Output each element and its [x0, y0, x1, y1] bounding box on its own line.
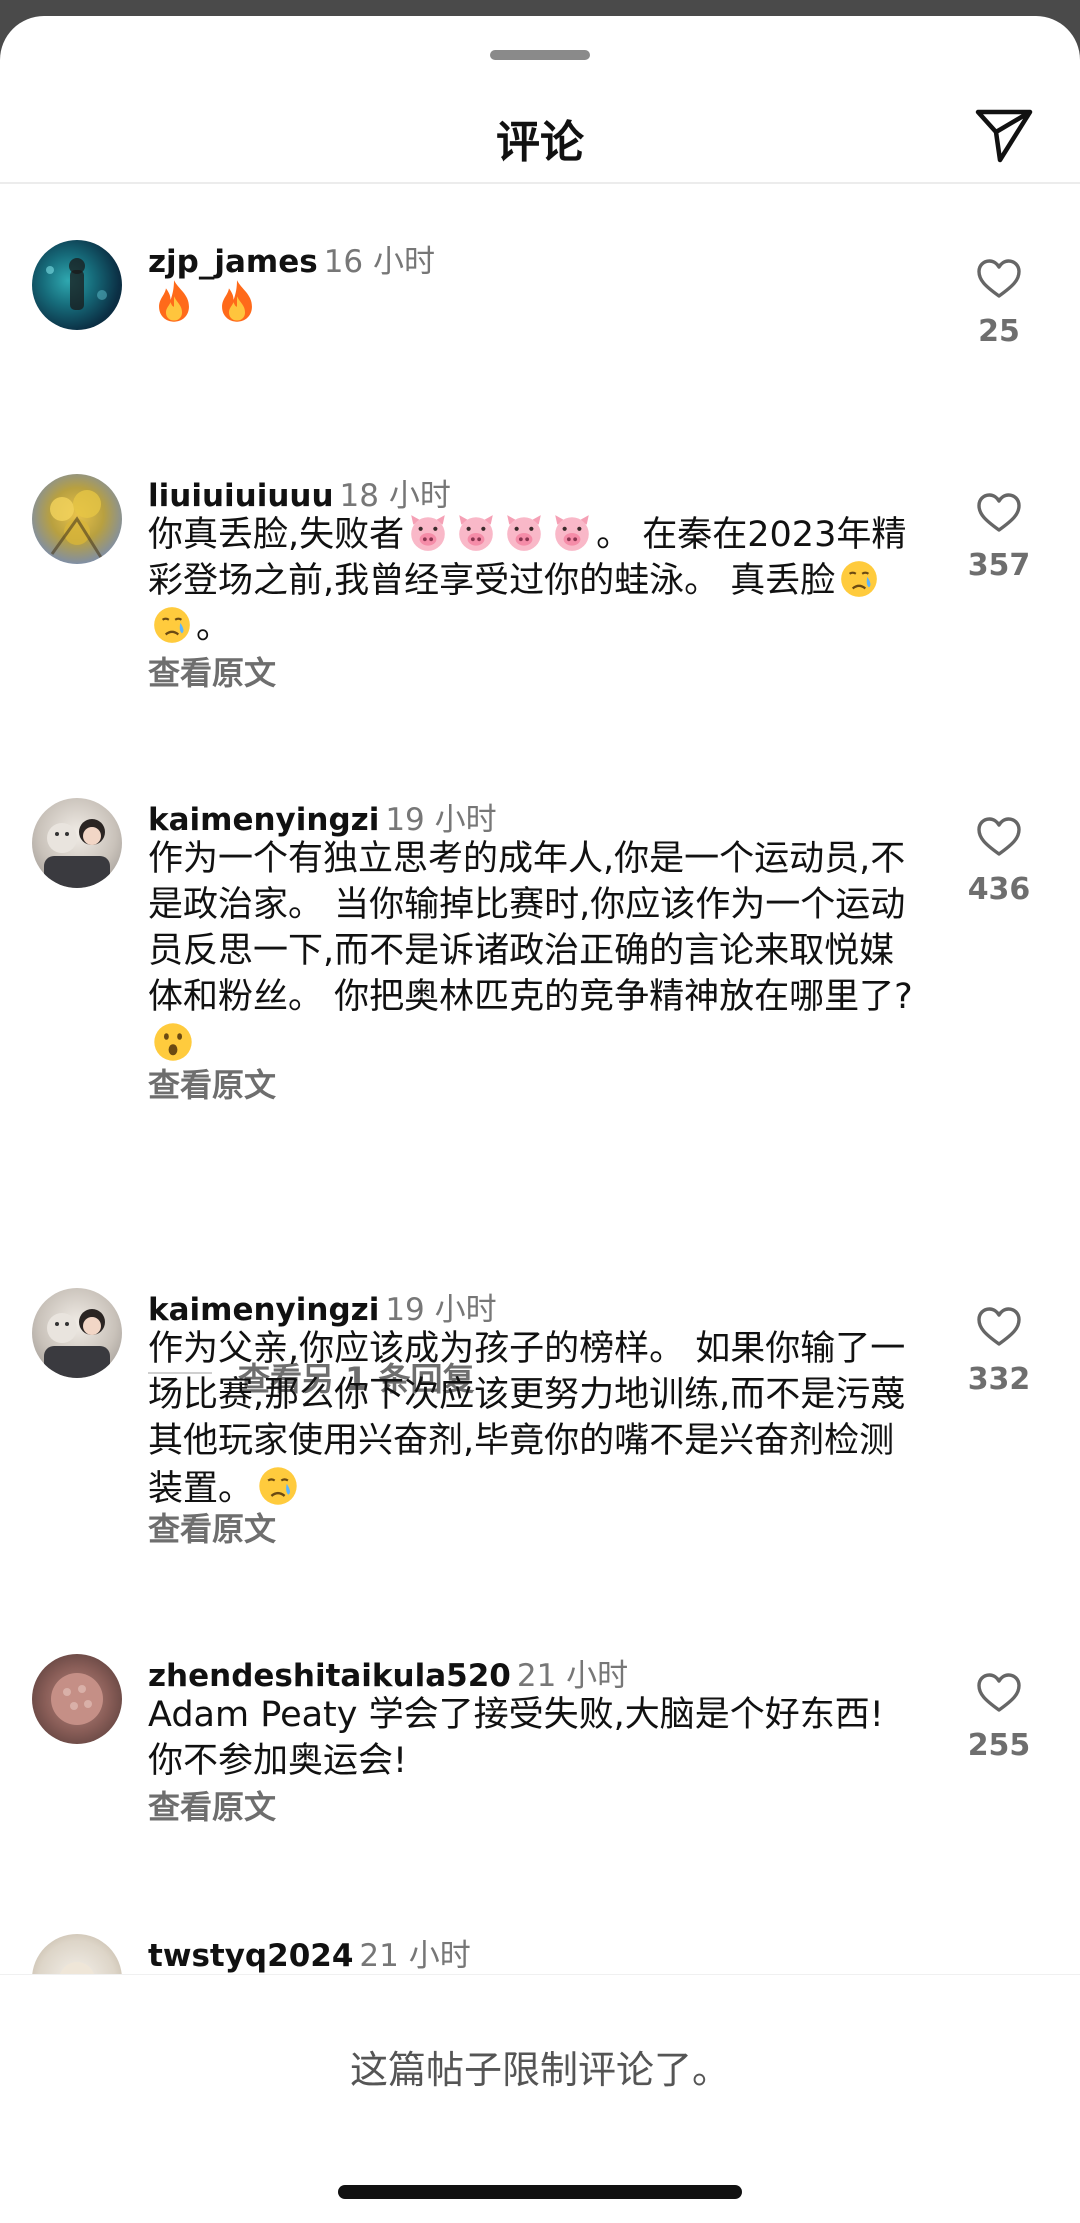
comment-text-part: Adam Peaty 学会了接受失败,大脑是个好东西! 你不参加奥运会! — [148, 1695, 884, 1781]
like-button[interactable]: 332 — [954, 1304, 1044, 1397]
heart-icon — [975, 1304, 1023, 1352]
timestamp: 16 小时 — [323, 244, 435, 280]
username[interactable]: kaimenyingzi — [148, 1292, 379, 1328]
like-button[interactable]: 357 — [954, 490, 1044, 583]
timestamp: 19 小时 — [385, 1292, 497, 1328]
timestamp: 21 小时 — [516, 1658, 629, 1694]
like-count: 436 — [967, 872, 1031, 907]
see-translation-link[interactable]: 查看原文 — [148, 1060, 276, 1106]
username[interactable]: twstyq2024 — [148, 1938, 353, 1974]
see-translation-link[interactable]: 查看原文 — [148, 1782, 276, 1828]
like-button[interactable]: 25 — [954, 256, 1044, 349]
fire-emoji — [214, 278, 260, 324]
pig-face-emoji — [503, 512, 545, 554]
avatar[interactable] — [32, 240, 122, 330]
timestamp: 19 小时 — [385, 802, 497, 838]
crying-face-emoji — [151, 604, 193, 646]
avatar[interactable] — [32, 1654, 122, 1744]
heart-icon — [975, 490, 1023, 538]
comment-text-part: 作为一个有独立思考的成年人,你是一个运动员,不是政治家。 当你输掉比赛时,你应该… — [148, 839, 913, 1017]
comment-meta: kaimenyingzi 19 小时 — [148, 794, 497, 839]
see-translation-link[interactable]: 查看原文 — [148, 648, 276, 694]
header: 评论 — [0, 86, 1080, 186]
comment-meta: liuiuiuiuuu 18 小时 — [148, 470, 451, 515]
comment-text: 你真丢脸,失败者。 在秦在2023年精彩登场之前,我曾经享受过你的蛙泳。 真丢脸… — [148, 512, 928, 650]
heart-icon — [975, 256, 1023, 304]
like-count: 332 — [967, 1362, 1031, 1397]
fire-emoji — [151, 278, 197, 324]
like-count: 357 — [967, 548, 1031, 583]
pig-face-emoji — [551, 512, 593, 554]
page-title: 评论 — [496, 117, 584, 168]
see-translation-link[interactable]: 查看原文 — [148, 1504, 276, 1550]
like-button[interactable]: 436 — [954, 814, 1044, 907]
avatar[interactable] — [32, 1934, 122, 1974]
home-indicator[interactable] — [338, 2185, 742, 2199]
pig-face-emoji — [407, 512, 449, 554]
username[interactable]: zhendeshitaikula520 — [148, 1658, 511, 1694]
timestamp: 21 小时 — [359, 1938, 471, 1974]
comment-text-part: 。 — [196, 607, 232, 647]
surprised-face-emoji — [151, 1020, 195, 1064]
heart-icon — [975, 814, 1023, 862]
avatar[interactable] — [32, 1288, 122, 1378]
comments-sheet: 评论 zjp_james 16 小时 25 liuiuiuiuuu 18 小时 … — [0, 16, 1080, 2223]
comment-meta: zjp_james 16 小时 — [148, 236, 435, 281]
comment-text: 作为一个有独立思考的成年人,你是一个运动员,不是政治家。 当你输掉比赛时,你应该… — [148, 836, 928, 1068]
avatar[interactable] — [32, 798, 122, 888]
username[interactable]: liuiuiuiuuu — [148, 478, 334, 514]
comment-text: 作为父亲,你应该成为孩子的榜样。 如果你输了一场比赛,那么你下次应该更努力地训练… — [148, 1326, 928, 1512]
like-count: 255 — [967, 1728, 1031, 1763]
drag-handle[interactable] — [490, 50, 590, 60]
comment-meta: twstyq2024 21 小时 — [148, 1930, 471, 1974]
like-count: 25 — [978, 314, 1020, 349]
comments-restricted-footer: 这篇帖子限制评论了。 — [0, 1974, 1080, 2223]
send-icon[interactable] — [972, 102, 1036, 166]
comment-text — [148, 278, 928, 328]
timestamp: 18 小时 — [339, 478, 451, 514]
comment-text-part: 你真丢脸,失败者 — [148, 515, 405, 555]
heart-icon — [975, 1670, 1023, 1718]
like-button[interactable]: 255 — [954, 1670, 1044, 1763]
comment-text: Adam Peaty 学会了接受失败,大脑是个好东西! 你不参加奥运会! — [148, 1692, 928, 1784]
pig-face-emoji — [455, 512, 497, 554]
comment-meta: zhendeshitaikula520 21 小时 — [148, 1650, 628, 1695]
username[interactable]: kaimenyingzi — [148, 802, 379, 838]
comment-list[interactable]: zjp_james 16 小时 25 liuiuiuiuuu 18 小时 你真丢脸,… — [0, 184, 1080, 1974]
crying-face-emoji — [256, 1464, 300, 1508]
crying-face-emoji — [838, 558, 880, 600]
comments-restricted-notice: 这篇帖子限制评论了。 — [349, 2048, 730, 2092]
avatar[interactable] — [32, 474, 122, 564]
username[interactable]: zjp_james — [148, 244, 318, 280]
comment-meta: kaimenyingzi 19 小时 — [148, 1284, 497, 1329]
